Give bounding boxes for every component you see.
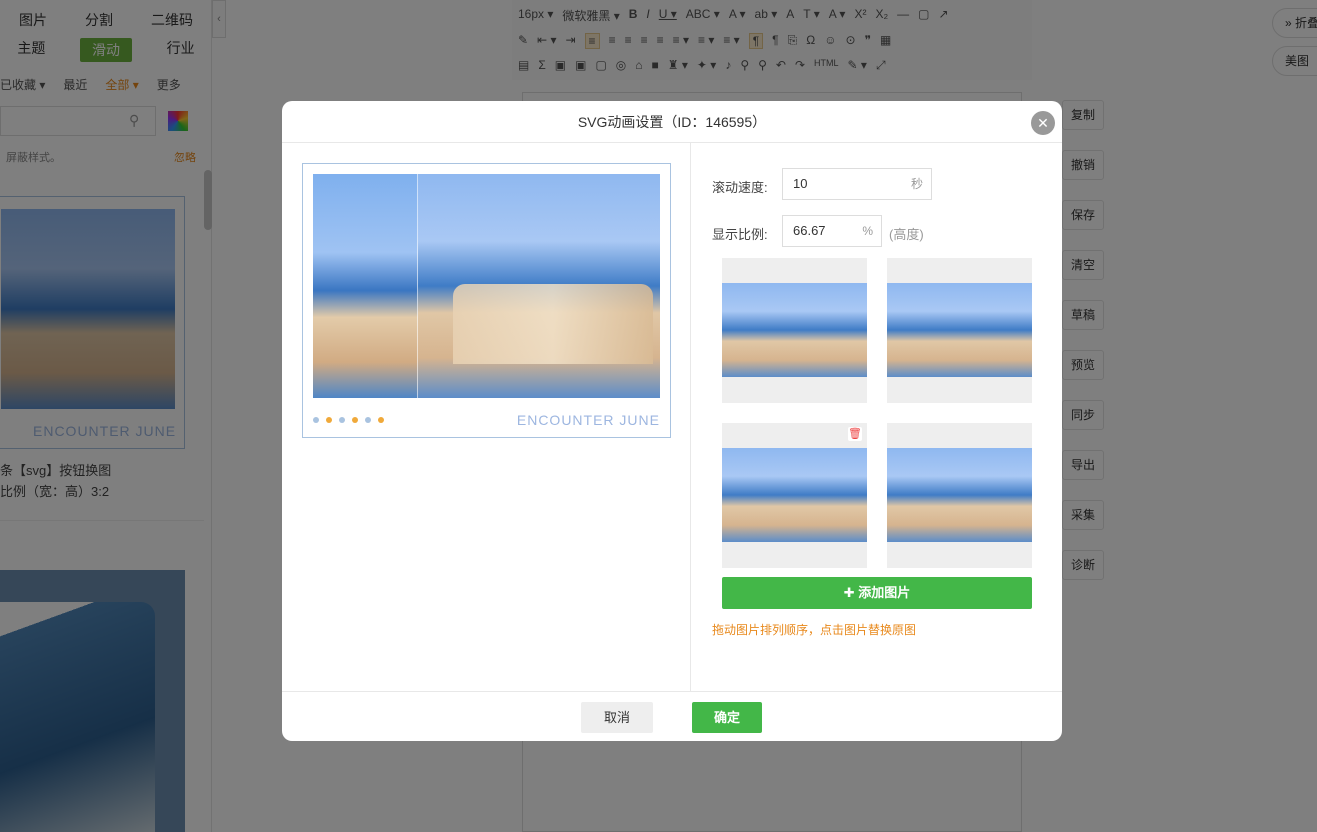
pagination-dots	[313, 417, 384, 423]
reorder-tip: 拖动图片排列顺序，点击图片替换原图	[712, 623, 917, 637]
dot[interactable]	[378, 417, 384, 423]
slide-thumbnail-4[interactable]	[887, 423, 1032, 568]
speed-unit: 秒	[910, 177, 923, 191]
preview-pane: ENCOUNTER JUNE	[282, 143, 691, 691]
train-car	[453, 284, 653, 364]
slide-thumbnail-3[interactable]: 🗑	[722, 423, 867, 568]
svg-animation-dialog: SVG动画设置（ID：146595） ✕ ENCOUNTER JUNE 滚动速度…	[282, 101, 1062, 741]
dot[interactable]	[326, 417, 332, 423]
dot[interactable]	[339, 417, 345, 423]
confirm-button[interactable]: 确定	[692, 702, 762, 733]
add-image-button[interactable]: ✚ 添加图片	[722, 577, 1032, 609]
ratio-value: 66.67	[793, 223, 826, 238]
cancel-button[interactable]: 取消	[581, 702, 653, 733]
speed-input[interactable]: 10 秒	[782, 168, 932, 200]
dot[interactable]	[313, 417, 319, 423]
trash-icon[interactable]: 🗑	[848, 427, 862, 441]
close-icon[interactable]: ✕	[1031, 111, 1055, 135]
animation-preview: ENCOUNTER JUNE	[302, 163, 671, 438]
ratio-input[interactable]: 66.67 %	[782, 215, 882, 247]
dot[interactable]	[352, 417, 358, 423]
ratio-note: (高度)	[889, 227, 924, 242]
slide-thumbnail-2[interactable]	[887, 258, 1032, 403]
preview-caption: ENCOUNTER JUNE	[516, 412, 660, 428]
slide-thumbnail-1[interactable]	[722, 258, 867, 403]
ratio-unit: %	[862, 224, 873, 238]
dialog-footer: 取消 确定	[282, 691, 1062, 741]
dot[interactable]	[365, 417, 371, 423]
ratio-label: 显示比例:	[712, 227, 768, 242]
thumbnail-image	[887, 283, 1032, 377]
dialog-title: SVG动画设置（ID：146595）	[282, 101, 1062, 143]
speed-value: 10	[793, 176, 808, 191]
thumbnail-image	[722, 283, 867, 377]
preview-slide-left	[313, 174, 418, 398]
thumbnail-image	[887, 448, 1032, 542]
preview-train-image	[313, 174, 660, 398]
thumbnail-image	[722, 448, 867, 542]
settings-pane: 滚动速度: 10 秒 显示比例: 66.67 % (高度) 🗑 ✚ 添加图片 拖…	[692, 143, 1062, 691]
speed-label: 滚动速度:	[712, 180, 768, 195]
